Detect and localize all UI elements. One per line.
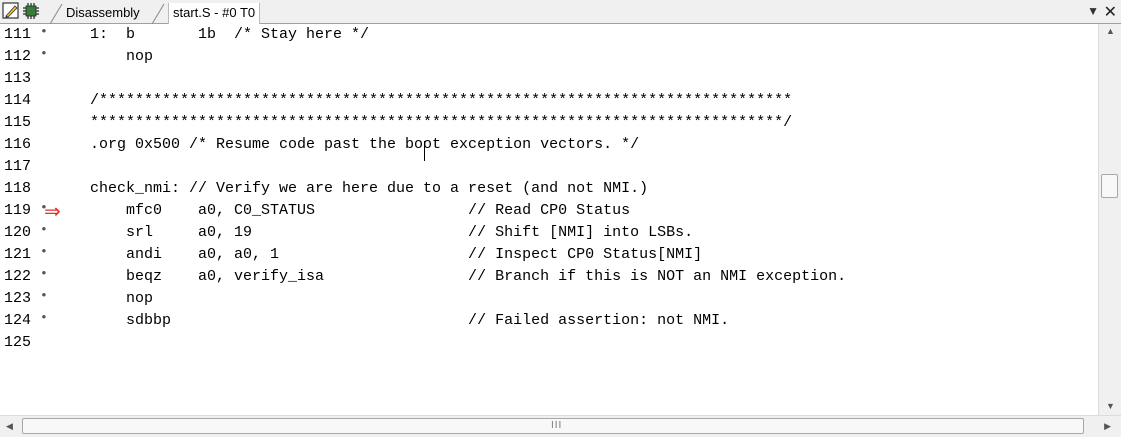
vertical-scroll-thumb[interactable] [1101,174,1118,198]
breakpoint-marker[interactable]: • [40,46,48,61]
line-number: 125 [4,334,32,346]
tab-separator-icon [49,3,63,24]
code-line: 123 • nop [0,288,1098,310]
line-number: 113 [4,70,32,87]
horizontal-scrollbar[interactable]: ◀ III ▶ [0,415,1121,437]
code-line: 117 [0,156,1098,178]
code-text: beqz a0, verify_isa // Branch if this is… [90,268,847,285]
code-line-current: 119 • ⇒ mfc0 a0, C0_STATUS // Read CP0 S… [0,199,1098,223]
line-number: 118 [4,180,32,197]
scroll-grip-icon: III [551,420,563,431]
line-number: 117 [4,158,32,175]
close-icon[interactable]: ✕ [1104,2,1117,22]
breakpoint-marker[interactable]: • [40,266,48,281]
line-number: 120 [4,224,32,241]
breakpoint-marker[interactable]: • [40,288,48,303]
code-text: .org 0x500 /* Resume code past the boot … [90,136,640,153]
code-text: ****************************************… [90,114,793,131]
edit-icon[interactable] [2,2,20,20]
code-line: 115 ************************************… [0,112,1098,134]
code-text: /***************************************… [90,92,793,109]
breakpoint-marker[interactable]: • [40,24,48,39]
code-text: andi a0, a0, 1 // Inspect CP0 Status[NMI… [90,246,703,263]
text-caret [424,141,425,161]
code-line: 116 .org 0x500 /* Resume code past the b… [0,134,1098,156]
code-text: 1: b 1b /* Stay here */ [90,26,370,43]
line-number: 114 [4,92,32,109]
scroll-up-icon[interactable]: ▲ [1106,26,1115,36]
line-number: 112 [4,48,32,65]
vertical-scrollbar[interactable]: ▲ ▼ [1098,24,1121,415]
tab-disassembly[interactable]: Disassembly [66,3,140,24]
current-instruction-arrow-icon: ⇒ [44,199,61,223]
code-line: 125 [0,332,1098,346]
code-text: nop [90,290,154,307]
line-number: 111 [4,26,32,43]
code-text: mfc0 a0, C0_STATUS // Read CP0 Status [90,202,631,219]
dropdown-arrow-icon[interactable]: ▼ [1087,4,1099,18]
scroll-down-icon[interactable]: ▼ [1106,401,1115,411]
code-text: sdbbp // Failed assertion: not NMI. [90,312,730,329]
scroll-right-icon[interactable]: ▶ [1104,421,1111,432]
code-line: 114 /***********************************… [0,90,1098,112]
code-line: 120 • srl a0, 19 // Shift [NMI] into LSB… [0,222,1098,244]
tab-bar: Disassembly start.S - #0 T0 ▼ ✕ [0,0,1121,24]
line-number: 116 [4,136,32,153]
code-text: check_nmi: // Verify we are here due to … [90,180,649,197]
chip-icon[interactable] [22,2,40,20]
line-number: 123 [4,290,32,307]
code-line: 122 • beqz a0, verify_isa // Branch if t… [0,266,1098,288]
code-line: 113 [0,68,1098,90]
horizontal-scroll-thumb[interactable]: III [22,418,1084,434]
scroll-left-icon[interactable]: ◀ [6,421,13,432]
breakpoint-marker[interactable]: • [40,310,48,325]
code-text: srl a0, 19 // Shift [NMI] into LSBs. [90,224,694,241]
code-text: nop [90,48,154,65]
code-line: 118 check_nmi: // Verify we are here due… [0,178,1098,200]
tab-start-s[interactable]: start.S - #0 T0 [168,3,261,24]
code-line: 111 • 1: b 1b /* Stay here */ [0,24,1098,46]
tab-separator-icon [151,3,165,24]
line-number: 122 [4,268,32,285]
line-number: 121 [4,246,32,263]
code-line: 112 • nop [0,46,1098,68]
breakpoint-marker[interactable]: • [40,222,48,237]
line-number: 115 [4,114,32,131]
line-number: 124 [4,312,32,329]
breakpoint-marker[interactable]: • [40,244,48,259]
source-editor[interactable]: 111 • 1: b 1b /* Stay here */ 112 • nop … [0,24,1098,415]
code-line: 124 • sdbbp // Failed assertion: not NMI… [0,310,1098,332]
code-line: 121 • andi a0, a0, 1 // Inspect CP0 Stat… [0,244,1098,266]
line-number: 119 [4,202,32,219]
